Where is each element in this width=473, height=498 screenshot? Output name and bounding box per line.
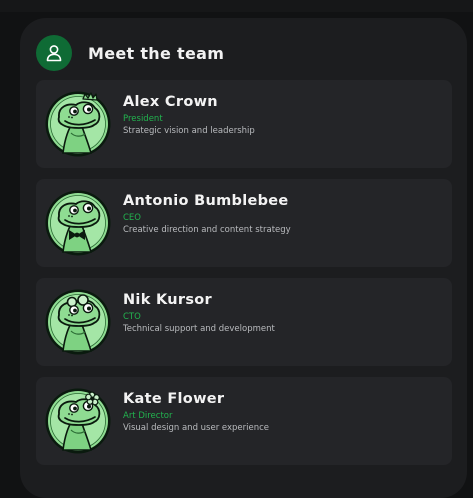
panel-title: Meet the team: [88, 43, 225, 63]
top-strip: [0, 0, 473, 12]
member-info: Antonio Bumblebee CEO Creative direction…: [123, 193, 291, 236]
frog-mascot-with-crown-icon: [45, 91, 111, 157]
panel-header: Meet the team: [36, 34, 224, 72]
member-description: Creative direction and content strategy: [123, 225, 291, 235]
member-name: Antonio Bumblebee: [123, 193, 289, 209]
member-description: Technical support and development: [123, 324, 275, 334]
member-info: Nik Kursor CTO Technical support and dev…: [123, 292, 275, 335]
member-info: Alex Crown President Strategic vision an…: [123, 94, 255, 137]
member-description: Visual design and user experience: [123, 423, 270, 433]
member-card-antonio-bumblebee: Antonio Bumblebee CEO Creative direction…: [36, 179, 452, 267]
frog-mascot-with-bowtie-icon: [45, 190, 111, 256]
member-card-alex-crown: Alex Crown President Strategic vision an…: [36, 80, 452, 168]
member-role: President: [123, 114, 163, 124]
user-icon: [36, 35, 72, 71]
member-name: Kate Flower: [123, 391, 225, 407]
member-description: Strategic vision and leadership: [123, 126, 255, 136]
team-panel: Meet the team Alex Crown President Strat…: [20, 18, 467, 498]
member-role: CTO: [123, 312, 141, 322]
member-card-nik-kursor: Nik Kursor CTO Technical support and dev…: [36, 278, 452, 366]
member-name: Nik Kursor: [123, 292, 212, 308]
member-name: Alex Crown: [123, 94, 218, 110]
member-role: Art Director: [123, 411, 173, 421]
member-card-kate-flower: Kate Flower Art Director Visual design a…: [36, 377, 452, 465]
member-role: CEO: [123, 213, 141, 223]
frog-mascot-with-flower-icon: [45, 388, 111, 454]
frog-mascot-with-goggles-icon: [45, 289, 111, 355]
member-info: Kate Flower Art Director Visual design a…: [123, 391, 269, 434]
